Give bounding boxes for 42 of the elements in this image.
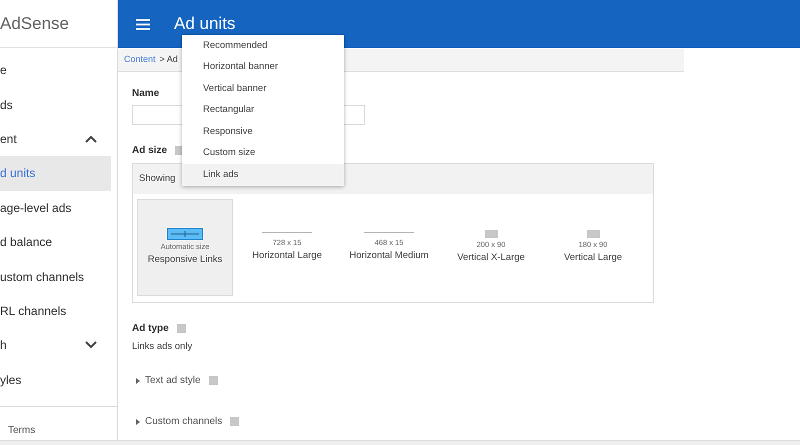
- showing-label: Showing: [139, 172, 176, 186]
- sidebar-item[interactable]: h: [0, 328, 111, 363]
- size-name: Horizontal Medium: [349, 248, 429, 262]
- section-toggle[interactable]: Text ad style: [145, 373, 201, 388]
- dropdown-item[interactable]: Responsive: [182, 121, 344, 142]
- sidebar-item[interactable]: d balance: [0, 224, 111, 260]
- dropdown-item[interactable]: Rectangular: [182, 100, 344, 121]
- vertical-size-icon: [586, 230, 600, 238]
- ad-type-label: Ad type: [132, 322, 169, 336]
- terms-link[interactable]: Terms: [8, 424, 36, 436]
- sidebar-item[interactable]: e: [0, 53, 111, 88]
- page-title: Ad units: [174, 13, 236, 36]
- breadcrumb-link[interactable]: Content: [124, 52, 156, 66]
- size-name: Responsive Links: [148, 252, 222, 266]
- ad-type-value: Links ads only: [132, 340, 192, 354]
- menu-icon[interactable]: [136, 18, 150, 30]
- dropdown-item[interactable]: Link ads: [182, 164, 344, 186]
- size-name: Horizontal Large: [252, 248, 322, 262]
- expand-arrow-icon[interactable]: [136, 418, 140, 425]
- dropdown-item[interactable]: Custom size: [182, 142, 344, 164]
- breadcrumb-current: > Ad: [160, 52, 178, 66]
- sidebar-item[interactable]: ent: [0, 122, 111, 156]
- sidebar-item[interactable]: d units: [0, 156, 111, 191]
- dropdown-item[interactable]: Horizontal banner: [182, 56, 344, 78]
- sidebar-item[interactable]: age-level ads: [0, 190, 111, 225]
- dropdown-item[interactable]: Recommended: [182, 35, 344, 56]
- brand-name: AdSense: [0, 12, 69, 35]
- expand-arrow-icon[interactable]: [136, 378, 140, 384]
- name-label: Name: [132, 87, 160, 101]
- ad-size-label: Ad size: [132, 144, 168, 158]
- chevron-down-icon[interactable]: [85, 341, 97, 350]
- sidebar-item[interactable]: ustom channels: [0, 259, 111, 294]
- sidebar-item[interactable]: ds: [0, 87, 111, 122]
- vertical-size-icon: [484, 230, 498, 238]
- chevron-up-icon[interactable]: [85, 134, 97, 143]
- sidebar-item[interactable]: RL channels: [0, 294, 111, 328]
- size-name: Vertical X-Large: [457, 250, 525, 264]
- sidebar-item[interactable]: yles: [0, 362, 111, 397]
- dropdown-item[interactable]: Vertical banner: [182, 78, 344, 100]
- section-toggle[interactable]: Custom channels: [145, 414, 222, 430]
- size-name: Vertical Large: [564, 250, 622, 264]
- responsive-size-icon: [167, 228, 203, 240]
